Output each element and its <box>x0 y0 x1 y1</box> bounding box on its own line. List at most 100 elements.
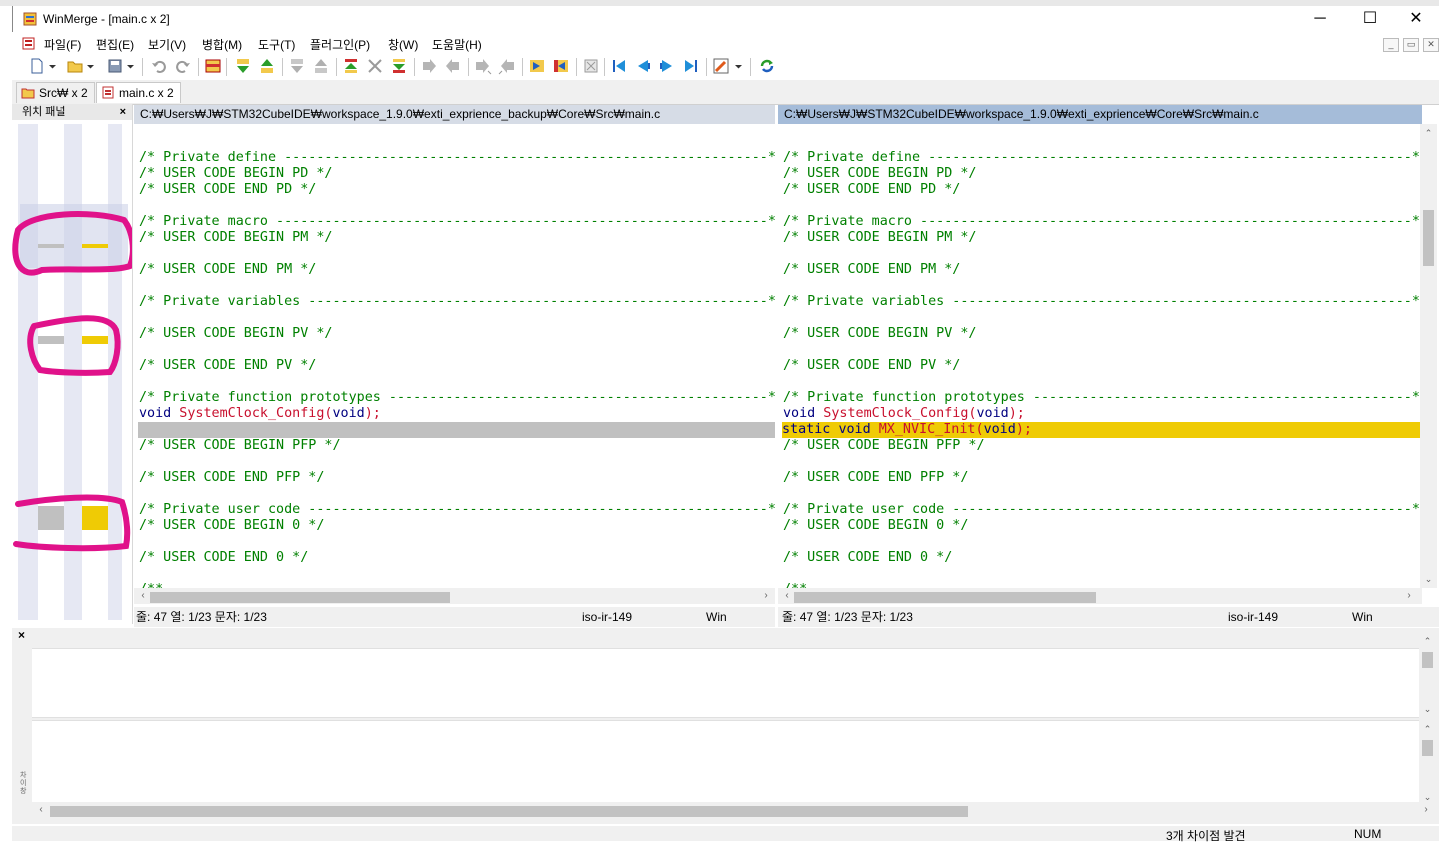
toolbar-separator <box>576 58 577 76</box>
mdi-restore-button[interactable]: ▭ <box>1403 38 1419 52</box>
all-right-icon[interactable] <box>528 57 546 75</box>
menu-merge[interactable]: 병합(M) <box>202 36 242 53</box>
prev-conflict-icon[interactable] <box>312 57 330 75</box>
scroll-up-arrow-icon[interactable]: ⌃ <box>1419 722 1436 736</box>
scroll-down-arrow-icon[interactable]: ⌄ <box>1419 702 1436 716</box>
left-status-bar: 줄: 47 열: 1/23 문자: 1/23 iso-ir-149 Win <box>134 607 775 627</box>
save-icon[interactable] <box>106 57 124 75</box>
left-code-editor[interactable]: /* Private define ----------------------… <box>134 124 775 588</box>
menu-window[interactable]: 창(W) <box>388 36 418 53</box>
prev-file-icon[interactable] <box>634 57 652 75</box>
mdi-minimize-button[interactable]: _ <box>1383 38 1399 52</box>
first-file-icon[interactable] <box>610 57 628 75</box>
last-file-icon[interactable] <box>682 57 700 75</box>
diff-detail-left[interactable] <box>32 648 1419 718</box>
code-line: /* Private function prototypes ---------… <box>139 390 775 405</box>
menu-tools[interactable]: 도구(T) <box>258 36 295 53</box>
scroll-left-arrow-icon[interactable]: ‹ <box>34 802 48 818</box>
scroll-left-arrow-icon[interactable]: ‹ <box>136 588 150 604</box>
left-horizontal-scrollbar[interactable]: ‹ › <box>134 588 775 604</box>
new-file-icon[interactable] <box>28 57 46 75</box>
diff-detail-right-vscroll[interactable]: ⌃ ⌄ <box>1419 720 1436 804</box>
mdi-close-button[interactable]: ✕ <box>1423 38 1439 52</box>
file-compare-icon <box>102 86 114 99</box>
current-diff-icon[interactable] <box>366 57 384 75</box>
copy-left-icon[interactable] <box>444 57 462 75</box>
diff-detail-pane: × ⌃ ⌄ ⌃ ⌄ 차이 창 ‹ › <box>12 628 1439 824</box>
code-line: /* Private macro -----------------------… <box>139 214 775 229</box>
scroll-right-arrow-icon[interactable]: › <box>1402 588 1416 604</box>
toolbar-separator <box>414 58 415 76</box>
right-horizontal-scrollbar[interactable]: ‹ › <box>778 588 1422 604</box>
menu-help[interactable]: 도움말(H) <box>432 36 482 53</box>
location-pane[interactable]: 위치 패널 × <box>12 104 133 624</box>
diff-pane-close-button[interactable]: × <box>18 628 25 642</box>
next-diff-icon[interactable] <box>234 57 252 75</box>
scroll-thumb[interactable] <box>1423 210 1434 266</box>
copy-right-advance-icon[interactable] <box>474 57 492 75</box>
tab-src-folder[interactable]: Src₩ x 2 <box>16 82 95 103</box>
scroll-thumb[interactable] <box>794 592 1096 603</box>
chevron-down-icon[interactable] <box>126 57 135 75</box>
undo-icon[interactable] <box>150 57 168 75</box>
scroll-thumb[interactable] <box>150 592 450 603</box>
code-line: /* USER CODE BEGIN PFP */ <box>139 438 341 453</box>
toolbar-separator <box>750 58 751 76</box>
open-folder-icon[interactable] <box>66 57 84 75</box>
maximize-button[interactable]: ☐ <box>1347 6 1393 32</box>
code-line: /* Private user code -------------------… <box>783 502 1420 517</box>
scroll-left-arrow-icon[interactable]: ‹ <box>780 588 794 604</box>
scroll-right-arrow-icon[interactable]: › <box>1419 802 1433 818</box>
all-left-icon[interactable] <box>552 57 570 75</box>
diff-detail-right[interactable] <box>32 720 1419 805</box>
next-conflict-icon[interactable] <box>288 57 306 75</box>
toolbar-separator <box>336 58 337 76</box>
refresh-icon[interactable] <box>758 57 776 75</box>
close-button[interactable]: ✕ <box>1393 6 1439 32</box>
scroll-down-arrow-icon[interactable]: ⌄ <box>1420 572 1437 586</box>
code-line: /* USER CODE END PM */ <box>783 262 961 277</box>
prev-diff-icon[interactable] <box>258 57 276 75</box>
scroll-thumb[interactable] <box>50 806 968 817</box>
last-diff-icon[interactable] <box>390 57 408 75</box>
diff-pane-side-label: 차이 창 <box>20 772 27 795</box>
menu-plugins[interactable]: 플러그인(P) <box>310 36 370 53</box>
first-diff-icon[interactable] <box>342 57 360 75</box>
scroll-thumb[interactable] <box>1422 740 1433 756</box>
redo-icon[interactable] <box>174 57 192 75</box>
menu-file[interactable]: 파일(F) <box>44 36 81 53</box>
options-icon[interactable] <box>712 57 730 75</box>
next-file-icon[interactable] <box>658 57 676 75</box>
location-map[interactable] <box>12 120 132 624</box>
eol-style: Win <box>706 610 727 624</box>
scroll-right-arrow-icon[interactable]: › <box>759 588 773 604</box>
code-line: /* Private variables -------------------… <box>783 294 1420 309</box>
copy-right-icon[interactable] <box>420 57 438 75</box>
cursor-position: 줄: 47 열: 1/23 문자: 1/23 <box>782 610 913 624</box>
code-line: /* USER CODE BEGIN PM */ <box>139 230 333 245</box>
menu-edit[interactable]: 편집(E) <box>96 36 134 53</box>
menu-view[interactable]: 보기(V) <box>148 36 186 53</box>
right-vertical-scrollbar[interactable]: ⌃ ⌄ <box>1420 124 1437 588</box>
chevron-down-icon[interactable] <box>48 57 57 75</box>
chevron-down-icon[interactable] <box>734 57 743 75</box>
diff-pane-icon[interactable] <box>204 57 222 75</box>
code-line: /* Private function prototypes ---------… <box>783 390 1420 405</box>
location-pane-close-button[interactable]: × <box>120 104 126 120</box>
copy-left-advance-icon[interactable] <box>498 57 516 75</box>
chevron-down-icon[interactable] <box>86 57 95 75</box>
code-line <box>138 422 775 438</box>
minimize-button[interactable]: ─ <box>1297 6 1343 32</box>
right-code-editor[interactable]: /* Private define ----------------------… <box>778 124 1420 588</box>
scroll-thumb[interactable] <box>1422 652 1433 668</box>
merge-status-icon[interactable] <box>582 57 600 75</box>
scroll-up-arrow-icon[interactable]: ⌃ <box>1419 634 1436 648</box>
diff-detail-left-vscroll[interactable]: ⌃ ⌄ <box>1419 632 1436 716</box>
diff-detail-hscroll[interactable]: ‹ › <box>32 802 1428 818</box>
scroll-up-arrow-icon[interactable]: ⌃ <box>1420 126 1437 140</box>
code-line: /* Private user code -------------------… <box>139 502 775 517</box>
main-status-bar: 3개 차이점 발견 NUM <box>12 826 1439 843</box>
code-line: /* Private variables -------------------… <box>139 294 775 309</box>
eol-style: Win <box>1352 610 1373 624</box>
tab-main-c[interactable]: main.c x 2 <box>96 82 181 103</box>
